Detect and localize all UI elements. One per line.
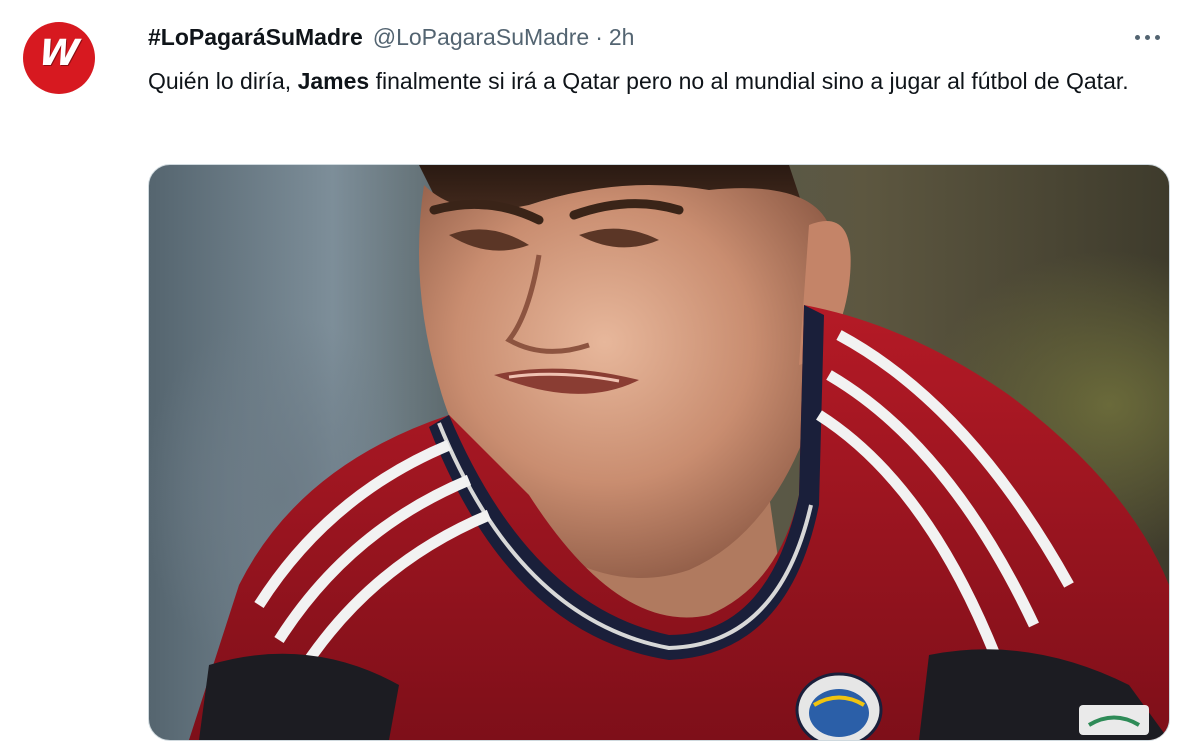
display-name[interactable]: #LoPagaráSuMadre	[148, 24, 363, 51]
photo-illustration	[189, 165, 1169, 740]
avatar[interactable]: W	[23, 22, 95, 94]
tweet-text-bold: James	[297, 68, 370, 94]
more-horizontal-icon	[1144, 34, 1150, 40]
tweet-media-photo[interactable]	[148, 164, 1170, 741]
more-horizontal-icon	[1134, 34, 1140, 40]
more-horizontal-icon	[1154, 34, 1160, 40]
avatar-logo: W	[37, 33, 76, 74]
tweet-header: #LoPagaráSuMadre @LoPagaraSuMadre · 2h	[148, 20, 634, 54]
separator-dot: ·	[595, 23, 603, 50]
timestamp[interactable]: 2h	[609, 24, 635, 51]
tweet-text-end: finalmente si irá a Qatar pero no al mun…	[369, 68, 1129, 94]
tweet-text-start: Quién lo diría,	[148, 68, 298, 94]
tweet[interactable]: W #LoPagaráSuMadre @LoPagaraSuMadre · 2h…	[0, 0, 1200, 748]
tweet-text: Quién lo diría, James finalmente si irá …	[148, 62, 1148, 100]
more-options-button[interactable]	[1122, 22, 1172, 52]
sleeve-patch	[1079, 705, 1149, 735]
user-handle[interactable]: @LoPagaraSuMadre	[373, 24, 589, 51]
federation-crest	[795, 672, 883, 740]
